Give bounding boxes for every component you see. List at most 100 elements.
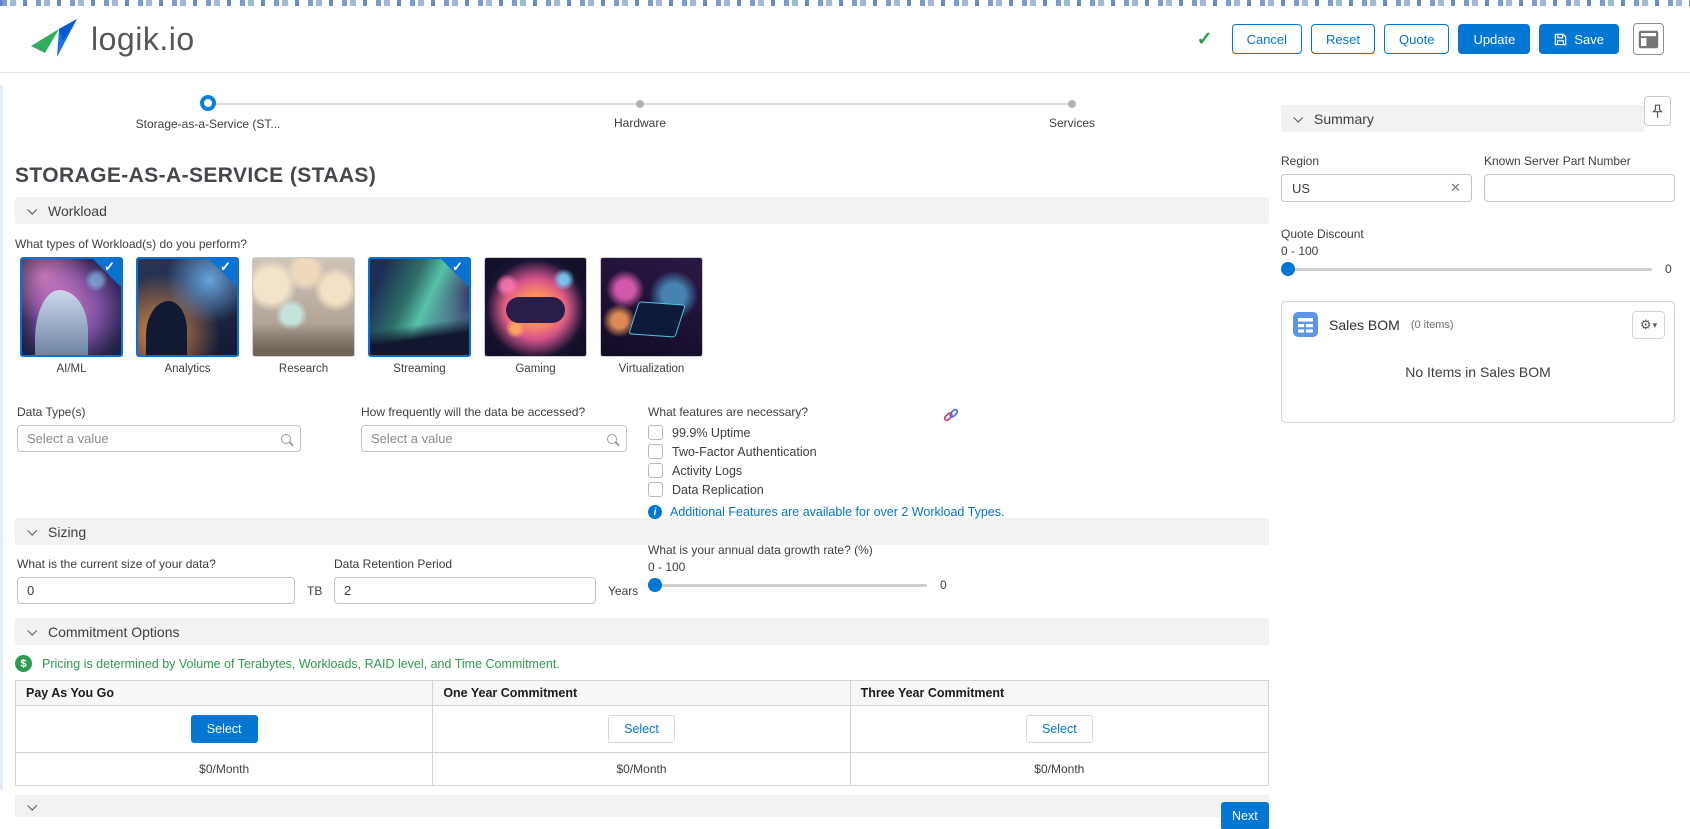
data-types-label: Data Type(s) xyxy=(17,405,86,419)
step-active-dot xyxy=(200,95,216,111)
pin-button[interactable] xyxy=(1644,96,1671,126)
slider-track xyxy=(1281,268,1652,271)
cancel-button[interactable]: Cancel xyxy=(1231,24,1303,54)
select-placeholder: Select a value xyxy=(371,431,453,446)
workload-tile-label: Gaming xyxy=(515,363,556,375)
feature-option-2fa: Two-Factor Authentication xyxy=(648,444,1004,459)
section-label: Workload xyxy=(48,202,107,219)
current-size-field: What is the current size of your data? T… xyxy=(17,557,322,604)
link-icon[interactable] xyxy=(943,407,959,428)
data-types-field: Data Type(s) Select a value xyxy=(17,405,301,452)
select-payg-button[interactable]: Select xyxy=(190,715,258,743)
chevron-down-icon xyxy=(1293,112,1304,123)
growth-rate-label: What is your annual data growth rate? (%… xyxy=(648,543,873,557)
app-page: logik.io ✓ Cancel Reset Quote Update Sav… xyxy=(0,0,1690,829)
step-storage[interactable]: Storage-as-a-Service (ST... xyxy=(88,94,328,131)
app-header: logik.io ✓ Cancel Reset Quote Update Sav… xyxy=(0,6,1690,73)
data-types-select[interactable]: Select a value xyxy=(17,425,301,452)
slider-thumb[interactable] xyxy=(648,578,662,592)
saved-check-icon: ✓ xyxy=(1196,28,1213,50)
workload-tile-streaming[interactable]: ✓ Streaming xyxy=(368,257,471,375)
region-field: Region US ✕ xyxy=(1281,154,1472,202)
feature-label: Activity Logs xyxy=(672,463,743,478)
growth-rate-slider[interactable] xyxy=(648,578,927,592)
features-list: 99.9% Uptime Two-Factor Authentication A… xyxy=(648,425,1004,497)
chevron-down-icon xyxy=(27,204,38,215)
main-content: Storage-as-a-Service (ST... Hardware Ser… xyxy=(15,80,1269,829)
save-button[interactable]: Save xyxy=(1539,24,1619,54)
workload-tile-aiml[interactable]: ✓ AI/ML xyxy=(20,257,123,375)
step-dot xyxy=(1068,100,1076,108)
table-icon xyxy=(1293,312,1318,337)
summary-fields: Region US ✕ Known Server Part Number xyxy=(1281,154,1675,202)
workload-tile-image xyxy=(484,257,587,357)
update-button[interactable]: Update xyxy=(1458,24,1531,54)
sales-bom-card: Sales BOM (0 items) ⚙ ▾ No Items in Sale… xyxy=(1281,301,1675,423)
part-number-input[interactable] xyxy=(1484,174,1675,202)
frequency-label: How frequently will the data be accessed… xyxy=(361,405,586,419)
reset-button[interactable]: Reset xyxy=(1311,24,1376,54)
slider-thumb[interactable] xyxy=(1281,262,1295,276)
collapsed-section-bar[interactable] xyxy=(15,795,1269,817)
workload-tile-gaming[interactable]: Gaming xyxy=(484,257,587,375)
page-title: STORAGE-AS-A-SERVICE (STAAS) xyxy=(15,164,377,187)
current-size-label: What is the current size of your data? xyxy=(17,557,216,571)
select-one-year-button[interactable]: Select xyxy=(608,715,675,743)
price-cell: $0/Month xyxy=(16,752,434,785)
step-services[interactable]: Services xyxy=(952,94,1192,130)
section-header-sizing[interactable]: Sizing xyxy=(15,518,1269,545)
section-label: Sizing xyxy=(48,523,87,540)
quote-discount-slider[interactable] xyxy=(1281,262,1652,276)
step-dot xyxy=(636,100,644,108)
feature-option-activity-logs: Activity Logs xyxy=(648,463,1004,478)
quote-button[interactable]: Quote xyxy=(1384,24,1450,54)
retention-input[interactable] xyxy=(334,577,596,604)
checkbox[interactable] xyxy=(648,482,663,497)
clear-icon[interactable]: ✕ xyxy=(1450,180,1461,196)
frequency-select[interactable]: Select a value xyxy=(361,425,627,452)
step-label: Storage-as-a-Service (ST... xyxy=(135,117,281,131)
column-header: One Year Commitment xyxy=(433,681,851,705)
sales-bom-header: Sales BOM (0 items) xyxy=(1282,302,1674,337)
checkbox[interactable] xyxy=(648,444,663,459)
commitment-select-row: Select Select Select xyxy=(16,705,1268,752)
bom-settings-button[interactable]: ⚙ ▾ xyxy=(1632,311,1665,339)
progress-stepper: Storage-as-a-Service (ST... Hardware Ser… xyxy=(15,94,1269,148)
retention-unit: Years xyxy=(608,583,639,598)
slider-track xyxy=(648,584,927,587)
workload-fields-row: Data Type(s) Select a value How frequent… xyxy=(15,405,1269,519)
section-header-commitment[interactable]: Commitment Options xyxy=(15,618,1269,645)
feature-label: Two-Factor Authentication xyxy=(672,444,817,459)
section-header-summary[interactable]: Summary xyxy=(1281,105,1644,132)
quote-discount-range: 0 - 100 xyxy=(1281,244,1319,258)
selected-check-icon: ✓ xyxy=(440,259,469,288)
select-placeholder: Select a value xyxy=(27,431,109,446)
checkbox[interactable] xyxy=(648,425,663,440)
left-edge-decoration xyxy=(0,85,3,790)
header-actions: ✓ Cancel Reset Quote Update Save xyxy=(1197,23,1664,55)
search-icon xyxy=(281,433,291,444)
workload-tile-analytics[interactable]: ✓ Analytics xyxy=(136,257,239,375)
step-label: Services xyxy=(1048,116,1095,130)
quote-discount-field: Quote Discount 0 - 100 0 xyxy=(1281,227,1675,276)
next-button[interactable]: Next xyxy=(1221,802,1269,829)
part-number-field: Known Server Part Number xyxy=(1484,154,1675,202)
commitment-table: Pay As You Go One Year Commitment Three … xyxy=(15,680,1269,786)
growth-rate-range: 0 - 100 xyxy=(648,560,686,574)
sales-bom-count: (0 items) xyxy=(1410,318,1454,331)
step-hardware[interactable]: Hardware xyxy=(520,94,760,130)
layout-toggle-button[interactable] xyxy=(1633,23,1664,55)
workload-tile-research[interactable]: Research xyxy=(252,257,355,375)
price-cell: $0/Month xyxy=(850,752,1268,785)
workload-tile-virtualization[interactable]: Virtualization xyxy=(600,257,703,375)
workload-tile-image: ✓ xyxy=(20,257,123,357)
layout-icon xyxy=(1638,30,1659,48)
retention-label: Data Retention Period xyxy=(334,557,453,571)
workload-tile-image xyxy=(600,257,703,357)
region-input[interactable]: US ✕ xyxy=(1281,174,1472,202)
current-size-input[interactable] xyxy=(17,577,295,604)
select-three-year-button[interactable]: Select xyxy=(1025,715,1093,743)
section-header-workload[interactable]: Workload xyxy=(15,197,1269,224)
checkbox[interactable] xyxy=(648,463,663,478)
commitment-price-row: $0/Month $0/Month $0/Month xyxy=(16,752,1268,785)
